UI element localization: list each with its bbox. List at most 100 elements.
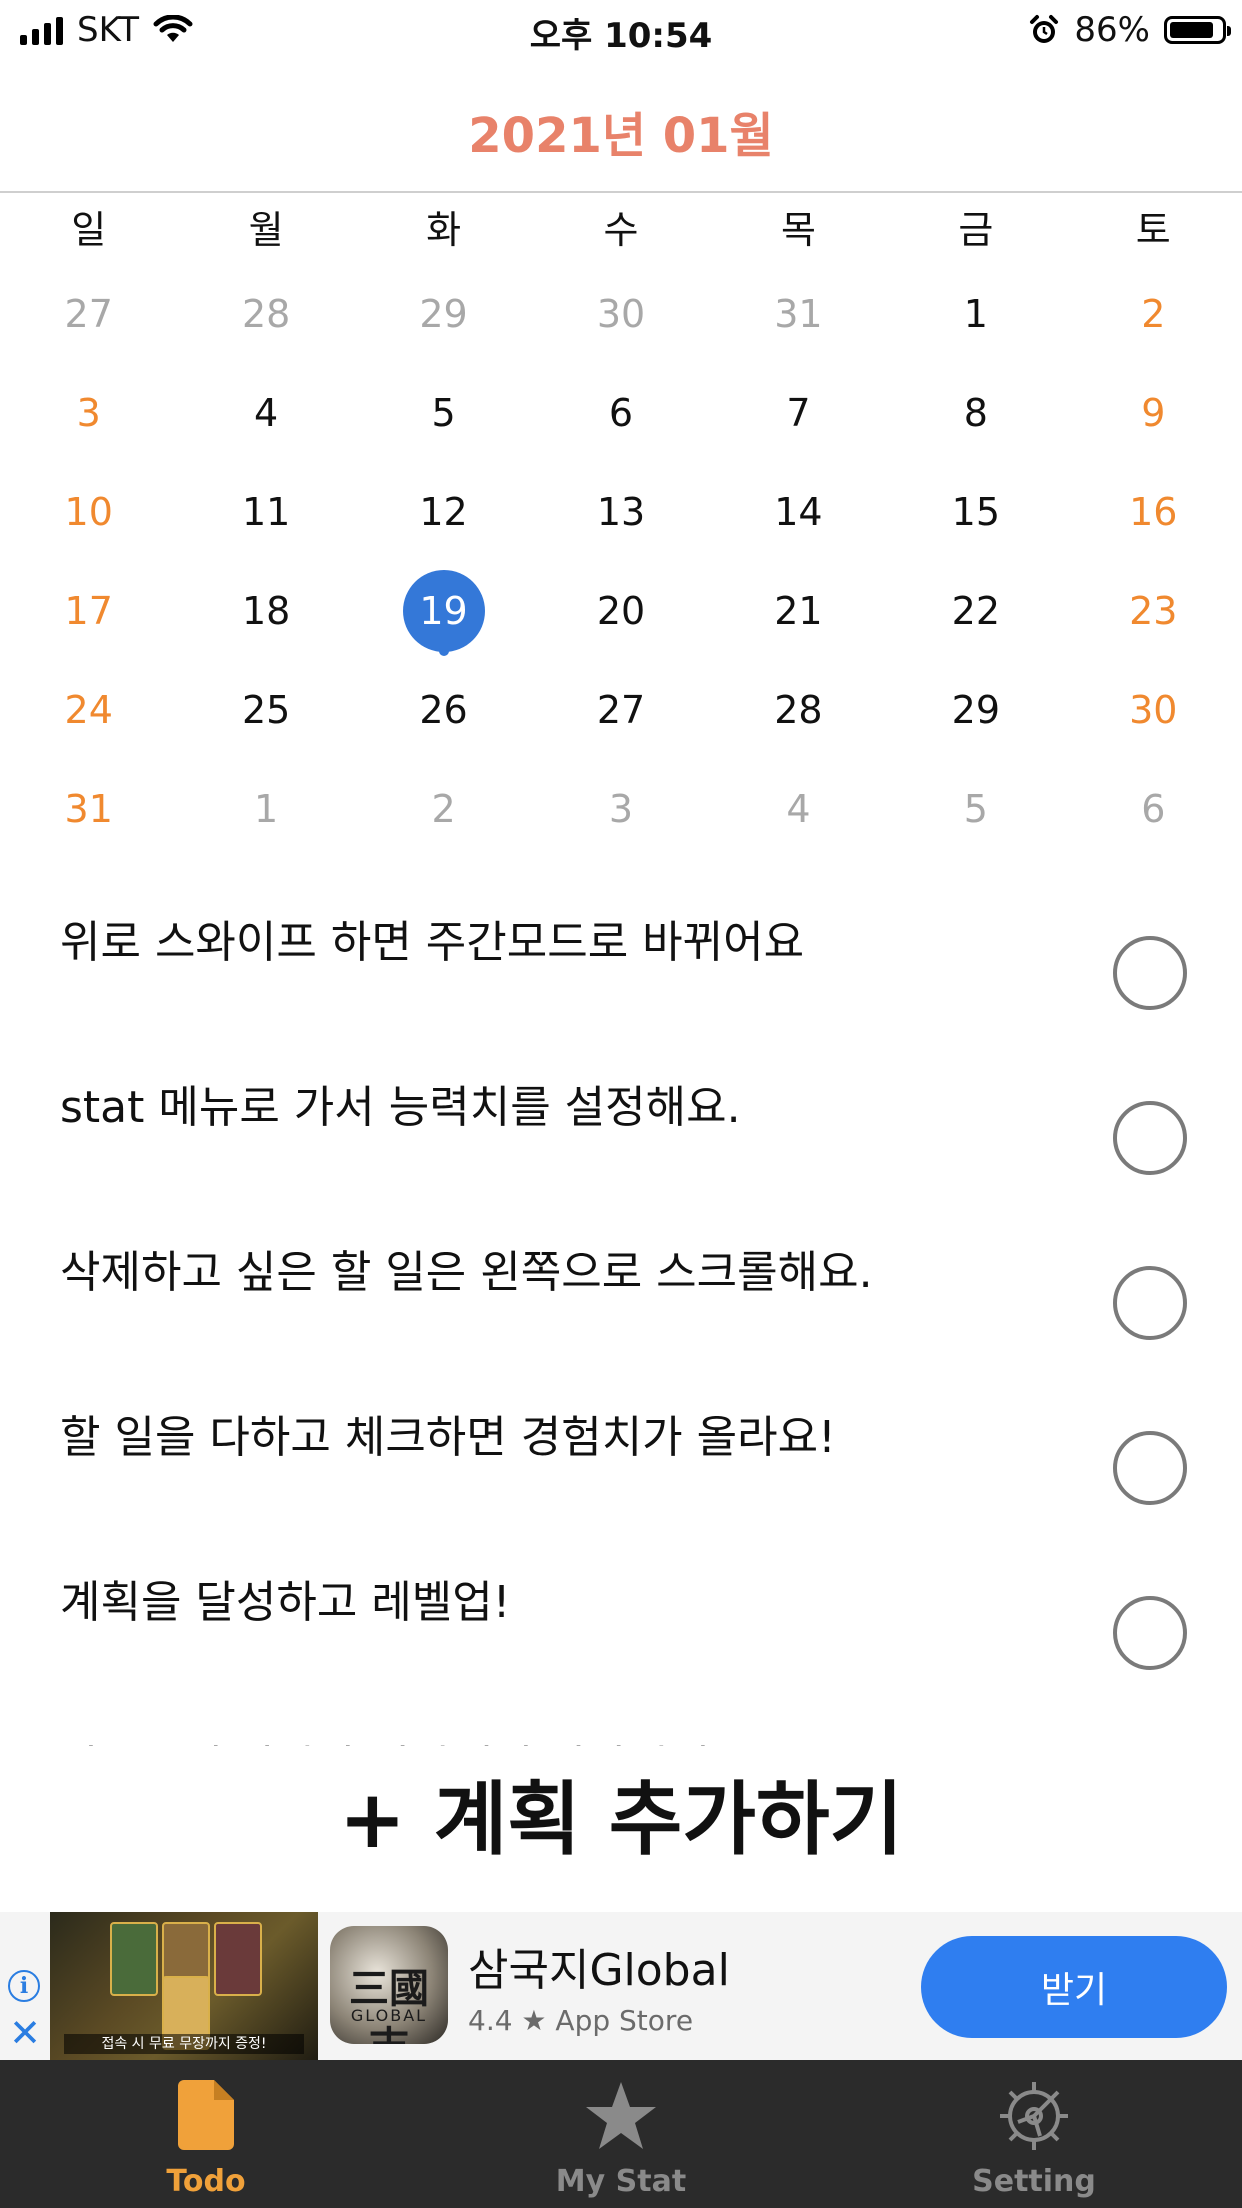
calendar-day[interactable]: 3 [0,363,177,462]
calendar-day[interactable]: 30 [1065,660,1242,759]
ad-app-logo-sub: GLOBAL [350,2006,428,2025]
calendar-day-selected[interactable]: 19 [355,561,532,660]
todo-item[interactable]: stat 메뉴로 가서 능력치를 설정해요. [0,1031,1242,1196]
calendar-day[interactable]: 27 [0,264,177,363]
todo-checkbox[interactable] [1113,936,1187,1010]
calendar-day[interactable]: 5 [355,363,532,462]
calendar-day-number: 24 [64,687,113,732]
calendar-day[interactable]: 4 [710,759,887,858]
close-icon[interactable]: ✕ [8,2014,42,2052]
calendar-day-number: 22 [951,588,1001,633]
weekday-wed: 수 [603,208,639,252]
calendar-day[interactable]: 26 [355,660,532,759]
calendar-day-number: 27 [64,291,113,336]
todo-checkbox[interactable] [1113,1266,1187,1340]
todo-item[interactable]: 위로 스와이프 하면 주간모드로 바뀌어요 [0,866,1242,1031]
calendar-day-number: 30 [1129,687,1178,732]
calendar-day[interactable]: 6 [532,363,709,462]
calendar-day[interactable]: 25 [177,660,354,759]
todo-checkbox[interactable] [1113,1101,1187,1175]
calendar-day[interactable]: 21 [710,561,887,660]
ad-image[interactable]: 접속 시 무료 무장까지 증정! [50,1912,318,2060]
todo-item[interactable]: 계획을 달성하고 레벨업! [0,1526,1242,1691]
calendar-day[interactable]: 1 [177,759,354,858]
calendar-day[interactable]: 11 [177,462,354,561]
calendar-day[interactable]: 6 [1065,759,1242,858]
calendar-day-number: 27 [596,687,646,732]
calendar-day[interactable]: 7 [710,363,887,462]
calendar-day[interactable]: 9 [1065,363,1242,462]
alarm-icon [1030,15,1059,43]
calendar-day[interactable]: 2 [355,759,532,858]
todo-item[interactable]: 아둥우에 상자가 상자에서 반가워세요! [0,1691,1242,1746]
ad-banner[interactable]: i ✕ 접속 시 무료 무장까지 증정! 三國志 GLOBAL 삼국지Globa… [0,1912,1242,2060]
todo-item[interactable]: 할 일을 다하고 체크하면 경험치가 올라요! [0,1361,1242,1526]
calendar-day[interactable]: 17 [0,561,177,660]
calendar-day-number: 4 [786,786,811,831]
battery-icon [1164,16,1231,44]
calendar-day[interactable]: 23 [1065,561,1242,660]
header-divider [0,191,1242,193]
calendar-day-number: 9 [1141,390,1166,435]
tab-todo-label: Todo [166,2164,246,2199]
calendar-day-number: 25 [241,687,291,732]
calendar-day-number: 3 [76,390,101,435]
todo-checkbox[interactable] [1113,1431,1187,1505]
status-right: 86% [1028,10,1231,50]
calendar-day[interactable]: 30 [532,264,709,363]
info-icon[interactable]: i [8,1970,40,2002]
calendar-day[interactable]: 31 [0,759,177,858]
calendar-day[interactable]: 20 [532,561,709,660]
todo-checkbox[interactable] [1113,1596,1187,1670]
ad-app-icon[interactable]: 三國志 GLOBAL [330,1926,448,2044]
calendar-day[interactable]: 14 [710,462,887,561]
calendar-day[interactable]: 28 [177,264,354,363]
add-plan-button[interactable]: + 계획 추가하기 [0,1770,1242,1870]
calendar-day[interactable]: 3 [532,759,709,858]
calendar-day[interactable]: 27 [532,660,709,759]
calendar-day[interactable]: 13 [532,462,709,561]
month-title[interactable]: 2021년 01월 [0,96,1242,166]
todo-text: 위로 스와이프 하면 주간모드로 바뀌어요 [60,917,805,968]
calendar-day-number: 20 [596,588,646,633]
weekday-thu: 목 [780,208,816,252]
calendar-day[interactable]: 1 [887,264,1064,363]
calendar-day[interactable]: 28 [710,660,887,759]
gear-icon [1000,2082,1068,2150]
calendar-day[interactable]: 8 [887,363,1064,462]
calendar-day[interactable]: 12 [355,462,532,561]
document-icon [178,2080,234,2150]
weekday-sat: 토 [1135,208,1171,252]
calendar-day-number: 18 [241,588,291,633]
calendar-day[interactable]: 4 [177,363,354,462]
calendar-grid: 27 28 29 30 31 1 2 3 4 5 6 7 8 9 10 11 12 13 14 15 16 17 18 19 2… [0,264,1242,858]
ad-title[interactable]: 삼국지Global [468,1934,730,1998]
todo-text: 아둥우에 상자가 상자에서 반가워세요! [60,1731,767,1746]
calendar-day-number: 23 [1129,588,1178,633]
calendar-day-number: 31 [64,786,113,831]
calendar-day[interactable]: 22 [887,561,1064,660]
calendar-day[interactable]: 2 [1065,264,1242,363]
calendar-day-number: 3 [608,786,634,831]
calendar-day[interactable]: 18 [177,561,354,660]
calendar-day[interactable]: 29 [887,660,1064,759]
calendar-day[interactable]: 29 [355,264,532,363]
todo-text: 삭제하고 싶은 할 일은 왼쪽으로 스크롤해요. [60,1247,873,1298]
calendar-day[interactable]: 24 [0,660,177,759]
tab-my-stat[interactable]: My Stat [501,2060,741,2208]
calendar-day-number: 1 [963,291,988,336]
weekday-mon: 월 [248,208,284,252]
weekday-tue: 화 [426,208,462,252]
tab-setting-label: Setting [972,2164,1096,2199]
todo-list: 위로 스와이프 하면 주간모드로 바뀌어요 stat 메뉴로 가서 능력치를 설정… [0,866,1242,1746]
calendar-day[interactable]: 16 [1065,462,1242,561]
calendar-day[interactable]: 15 [887,462,1064,561]
ad-rating: 4.4 ★ App Store [468,2004,694,2037]
calendar-day[interactable]: 5 [887,759,1064,858]
ad-get-button[interactable]: 받기 [921,1936,1227,2038]
tab-setting[interactable]: Setting [914,2060,1154,2208]
calendar-day[interactable]: 10 [0,462,177,561]
todo-item[interactable]: 삭제하고 싶은 할 일은 왼쪽으로 스크롤해요. [0,1196,1242,1361]
tab-todo[interactable]: Todo [86,2060,326,2208]
calendar-day[interactable]: 31 [710,264,887,363]
